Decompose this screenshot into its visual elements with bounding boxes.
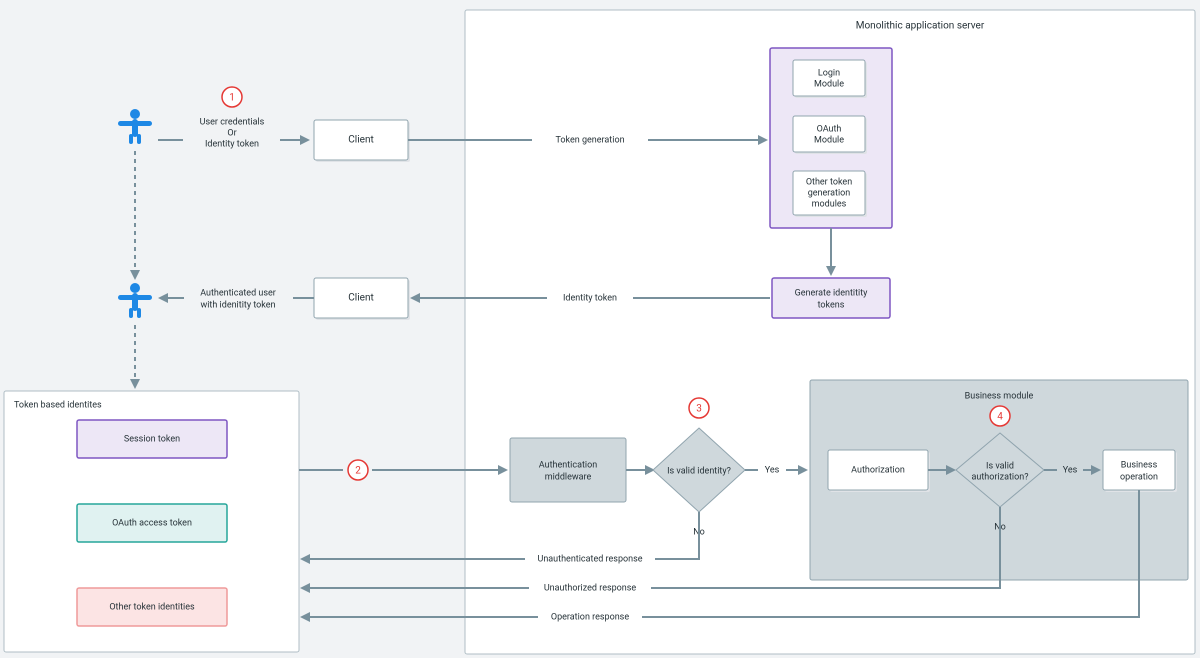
user-creds-label-1: User credentials <box>200 117 265 127</box>
other-modules-label-2: generation <box>808 188 851 198</box>
login-module-label-1: Login <box>818 68 840 78</box>
generate-tokens-label-1: Generate identitity <box>795 288 869 298</box>
business-op-label-2: operation <box>1120 472 1158 482</box>
step-2-label: 2 <box>355 466 361 477</box>
business-module-title: Business module <box>965 391 1034 401</box>
yes-label-1: Yes <box>765 465 780 475</box>
auth-user-label-1: Authenticated user <box>200 288 276 298</box>
generate-tokens-label-2: tokens <box>818 300 845 310</box>
session-token-label: Session token <box>124 434 180 444</box>
oauth-token-label: OAuth access token <box>112 518 192 528</box>
oauth-module-label-2: Module <box>814 135 844 145</box>
unauth-resp-label: Unauthenticated response <box>537 554 642 564</box>
auth-middleware-label-2: middleware <box>545 472 592 482</box>
client-top-label: Client <box>348 135 373 146</box>
identity-token-label: Identity token <box>563 293 617 303</box>
user-icon <box>118 109 152 144</box>
tokens-panel-title: Token based identites <box>14 400 102 410</box>
business-op-label-1: Business <box>1121 460 1158 470</box>
user-creds-label-3: Identity token <box>205 139 259 149</box>
auth-middleware-label-1: Authentication <box>539 460 597 470</box>
client-bottom-label: Client <box>348 293 373 304</box>
other-tokens-label: Other token identities <box>109 602 195 612</box>
step-4-label: 4 <box>997 412 1003 423</box>
token-gen-label: Token generation <box>555 135 624 145</box>
valid-authz-label-2: authorization? <box>972 472 1029 482</box>
yes-label-2: Yes <box>1063 465 1078 475</box>
oauth-module-label-1: OAuth <box>817 124 842 134</box>
authorization-label: Authorization <box>851 465 905 475</box>
other-modules-label-1: Other token <box>806 177 852 187</box>
valid-authz-label-1: Is valid <box>986 461 1014 471</box>
step-3-label: 3 <box>696 404 702 415</box>
unauthz-resp-label: Unauthorized response <box>544 583 637 593</box>
login-module-label-2: Module <box>814 79 844 89</box>
user-icon <box>118 283 152 318</box>
user-creds-label-2: Or <box>227 128 236 138</box>
server-title: Monolithic application server <box>856 21 985 32</box>
other-modules-label-3: modules <box>812 199 847 209</box>
auth-user-label-2: with idenitity token <box>200 300 275 310</box>
op-resp-label: Operation response <box>551 612 629 622</box>
diagram-canvas: Monolithic application server Login Modu… <box>0 0 1200 658</box>
valid-identity-label: Is valid identity? <box>667 466 731 476</box>
step-1-label: 1 <box>229 93 235 104</box>
